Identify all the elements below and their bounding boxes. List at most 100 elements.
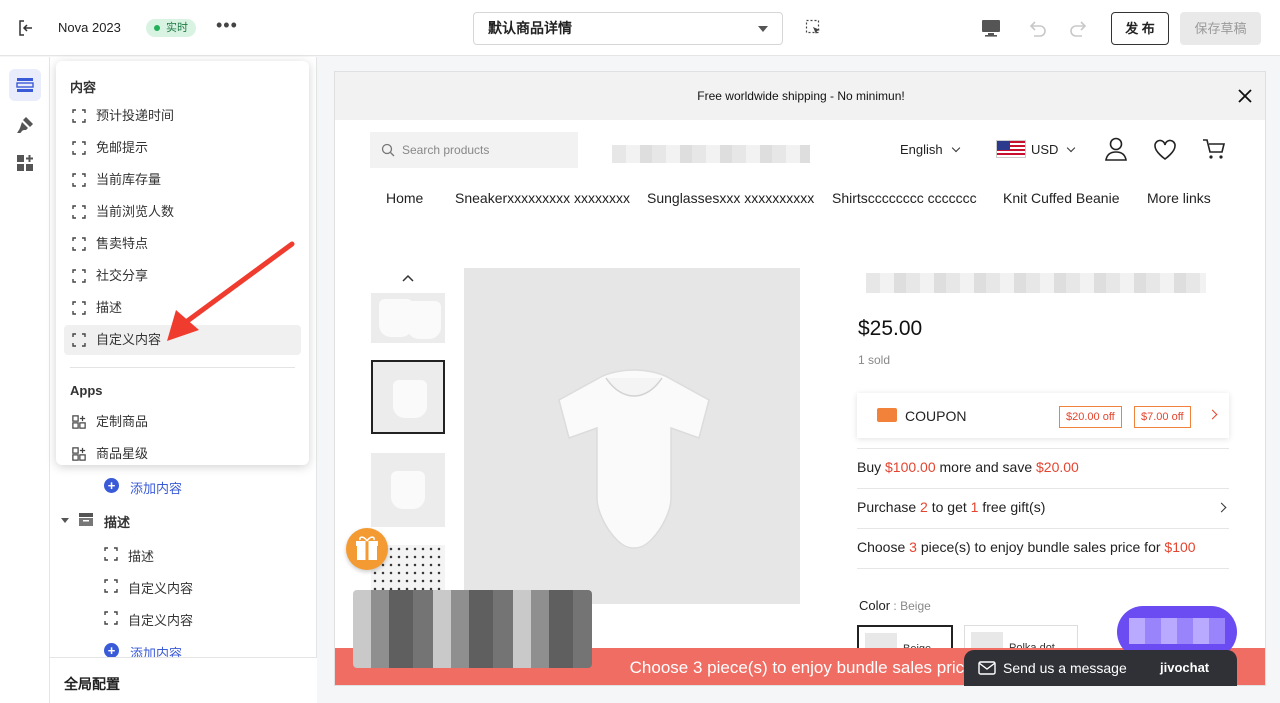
section-box-icon: [79, 513, 93, 526]
tree-group-description[interactable]: 描述: [60, 512, 130, 531]
more-options-icon[interactable]: •••: [216, 16, 237, 38]
nav-link[interactable]: Sunglassesxxx xxxxxxxxxx: [647, 190, 814, 206]
gift-promo[interactable]: Purchase 2 to get 1 free gift(s): [857, 499, 1229, 515]
menu-item-social-share[interactable]: 社交分享: [64, 261, 301, 291]
global-config-label: 全局配置: [64, 676, 120, 692]
promo-amount: $100.00: [885, 459, 936, 475]
redo-icon[interactable]: [1068, 17, 1090, 39]
promo-text: Choose: [857, 539, 910, 555]
plus-icon: +: [104, 478, 119, 493]
menu-item-label: 售卖特点: [96, 236, 149, 251]
coupon-panel[interactable]: COUPON $20.00 off $7.00 off: [857, 393, 1229, 438]
inspect-select-icon[interactable]: [804, 18, 824, 38]
menu-item-viewers[interactable]: 当前浏览人数: [64, 197, 301, 227]
global-config-tab[interactable]: 全局配置: [50, 657, 317, 703]
tree-block-item[interactable]: 自定义内容: [104, 578, 193, 597]
nav-link[interactable]: Home: [386, 190, 423, 206]
menu-item-stock[interactable]: 当前库存量: [64, 165, 301, 195]
account-icon[interactable]: [1103, 136, 1129, 162]
menu-item-free-shipping[interactable]: 免邮提示: [64, 133, 301, 163]
spend-promo: Buy $100.00 more and save $20.00: [857, 459, 1229, 475]
menu-item-description[interactable]: 描述: [64, 293, 301, 323]
store-name: Nova 2023: [58, 20, 121, 35]
sections-rail-button[interactable]: [9, 69, 41, 101]
chevron-down-icon: [1067, 143, 1076, 153]
language-selector[interactable]: English: [900, 142, 960, 157]
menu-item-label: 当前浏览人数: [96, 204, 175, 219]
tree-group-label: 描述: [104, 515, 131, 530]
chat-widget-bar[interactable]: Send us a message jivochat: [964, 650, 1237, 686]
chevron-down-icon: [951, 143, 960, 153]
chevron-up-icon[interactable]: [399, 270, 417, 288]
close-icon[interactable]: [1237, 88, 1253, 104]
menu-item-custom-product[interactable]: 定制商品: [64, 407, 301, 437]
save-draft-button[interactable]: 保存草稿: [1180, 12, 1261, 45]
app-grid-icon: [72, 415, 86, 429]
language-value: English: [900, 142, 943, 157]
block-frame-icon: [104, 547, 118, 561]
cart-icon[interactable]: [1201, 136, 1227, 162]
menu-item-label: 社交分享: [96, 268, 149, 283]
tree-block-item[interactable]: 描述: [104, 546, 154, 565]
menu-item-label: 预计投递时间: [96, 108, 175, 123]
product-title-blurred: [866, 273, 1206, 293]
product-thumbnail-selected[interactable]: [371, 360, 445, 434]
nav-link[interactable]: More links: [1147, 190, 1211, 206]
menu-item-custom-content[interactable]: 自定义内容: [64, 325, 301, 355]
menu-item-label: 自定义内容: [96, 332, 162, 347]
promo-save: $20.00: [1036, 459, 1079, 475]
blurred-popup: [353, 590, 592, 668]
undo-icon[interactable]: [1026, 17, 1048, 39]
block-frame-icon: [104, 611, 118, 625]
gift-icon[interactable]: [346, 528, 388, 570]
menu-item-label: 免邮提示: [96, 140, 149, 155]
block-frame-icon: [72, 205, 86, 219]
promo-text: Purchase: [857, 499, 921, 515]
add-content-link[interactable]: + 添加内容: [104, 478, 182, 497]
page-template-select[interactable]: 默认商品详情: [473, 12, 783, 45]
menu-item-product-rating[interactable]: 商品星级: [64, 439, 301, 469]
block-frame-icon: [72, 301, 86, 315]
block-frame-icon: [72, 141, 86, 155]
menu-item-delivery-time[interactable]: 预计投递时间: [64, 101, 301, 131]
block-frame-icon: [104, 579, 118, 593]
publish-button[interactable]: 发 布: [1111, 12, 1169, 45]
page-template-value: 默认商品详情: [488, 20, 572, 36]
caret-down-icon: [61, 518, 69, 523]
sections-icon: [16, 78, 34, 92]
product-thumbnail[interactable]: [371, 293, 445, 343]
chat-prompt: Send us a message: [1003, 660, 1127, 676]
wishlist-heart-icon[interactable]: [1152, 137, 1178, 163]
nav-link[interactable]: Shirtscccccccc ccccccc: [832, 190, 977, 206]
apps-grid-icon: [17, 155, 33, 171]
product-search-input[interactable]: Search products: [370, 132, 578, 168]
coupon-ticket[interactable]: $20.00 off: [1059, 406, 1122, 428]
section-heading-content: 内容: [70, 80, 97, 95]
block-frame-icon: [72, 173, 86, 187]
exit-icon[interactable]: [16, 18, 36, 38]
sold-count: 1 sold: [858, 353, 891, 367]
menu-item-selling-points[interactable]: 售卖特点: [64, 229, 301, 259]
tree-block-label: 自定义内容: [128, 581, 194, 596]
currency-selector[interactable]: USD: [1031, 142, 1076, 157]
nav-link[interactable]: Knit Cuffed Beanie: [1003, 190, 1120, 206]
tree-block-label: 自定义内容: [128, 613, 194, 628]
thumbnail-image: [391, 471, 425, 509]
theme-style-rail-button[interactable]: [9, 109, 41, 141]
divider: [857, 488, 1229, 489]
plus-icon: +: [104, 643, 119, 658]
product-thumbnail[interactable]: [371, 453, 445, 527]
currency-value: USD: [1031, 142, 1059, 157]
apps-rail-button[interactable]: [9, 147, 41, 179]
color-label-text: Color: [859, 598, 891, 613]
promo-text: to get: [927, 499, 971, 515]
announcement-bar: Free worldwide shipping - No minimun!: [335, 72, 1265, 120]
divider: [857, 448, 1229, 449]
product-main-image[interactable]: [464, 268, 800, 604]
store-logo-blurred[interactable]: [612, 145, 810, 163]
coupon-ticket[interactable]: $7.00 off: [1134, 406, 1191, 428]
tree-block-item[interactable]: 自定义内容: [104, 610, 193, 629]
nav-link[interactable]: Sneakerxxxxxxxxx xxxxxxxx: [455, 190, 630, 206]
coupon-label: COUPON: [905, 408, 967, 424]
desktop-view-icon[interactable]: [980, 18, 1002, 38]
